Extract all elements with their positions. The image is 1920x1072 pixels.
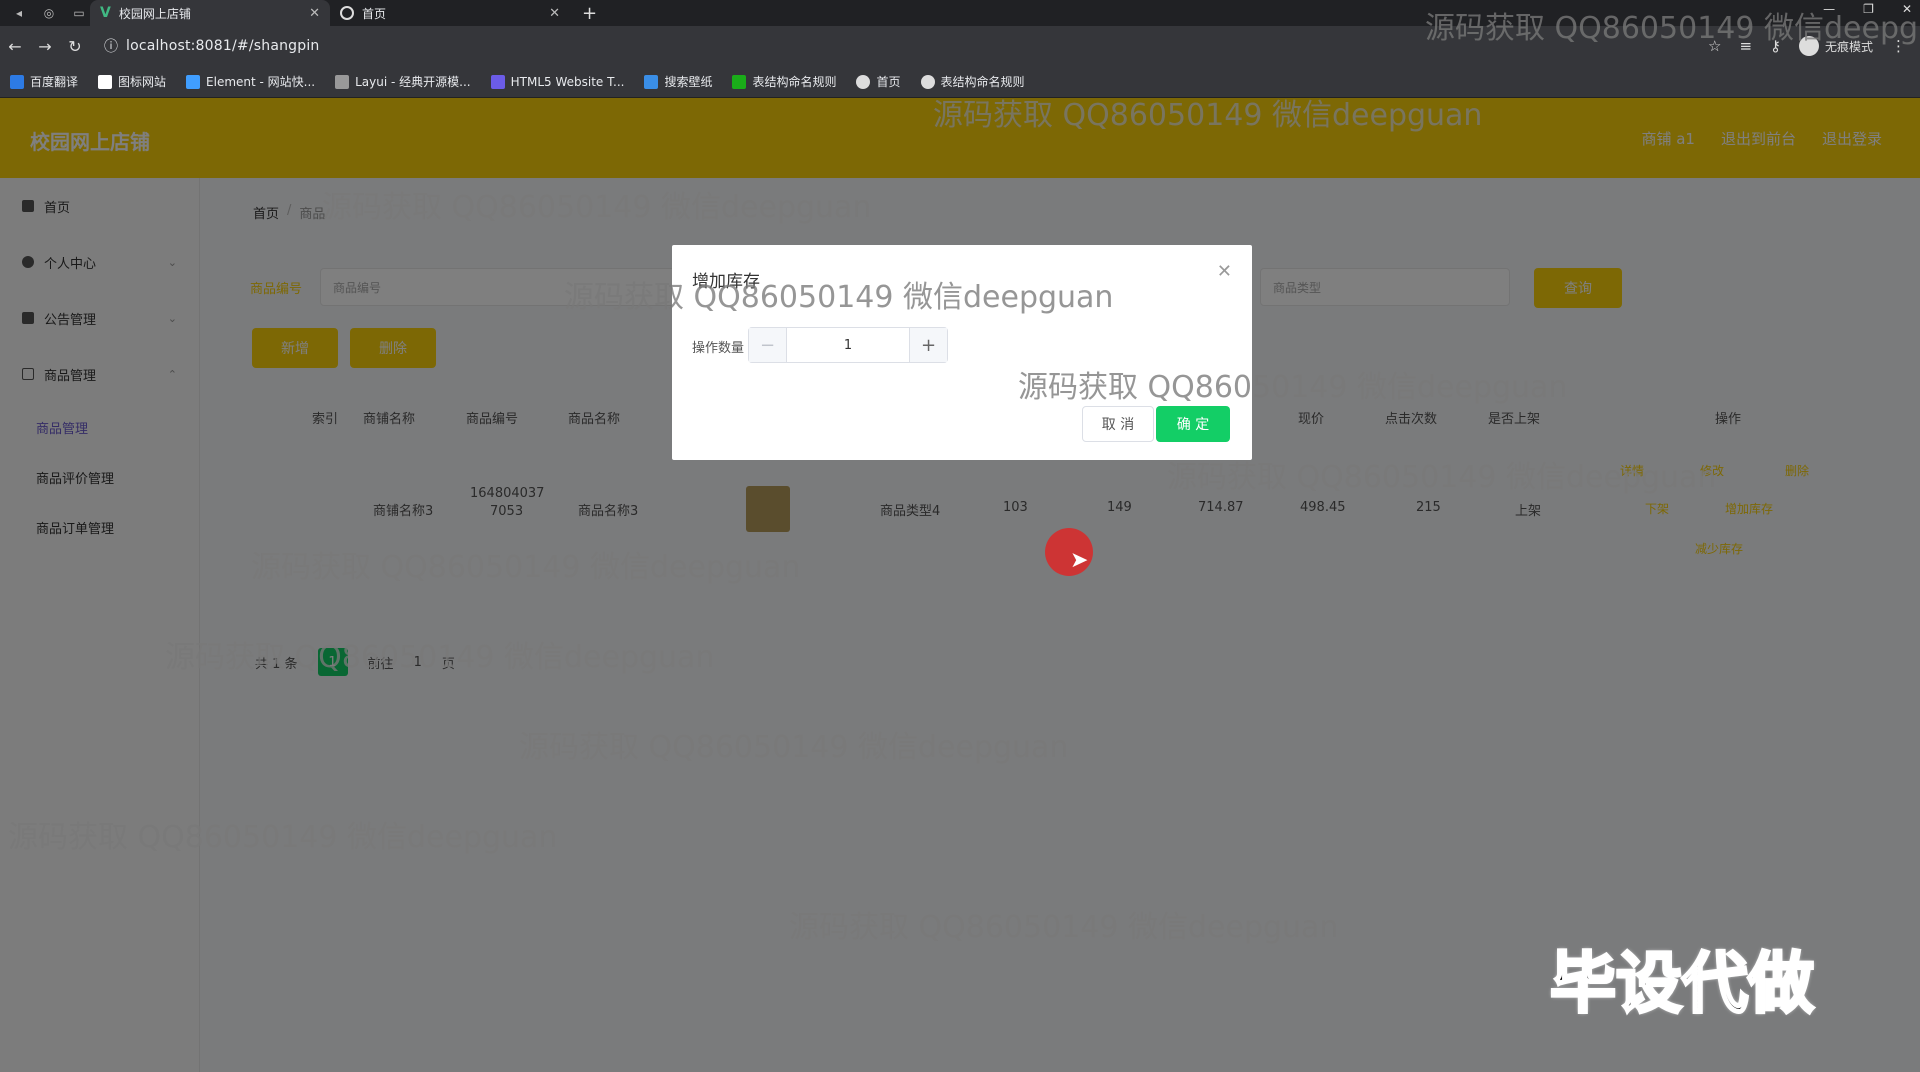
bookmark-label: Layui - 经典开源模... (355, 75, 471, 89)
wallpaper-icon (644, 74, 659, 89)
window-icon[interactable]: ▭ (68, 2, 90, 24)
bookmark-label: Element - 网站快... (206, 75, 316, 89)
bookmark-item[interactable]: 表结构命名规则 (920, 73, 1025, 90)
confirm-button[interactable]: 确 定 (1156, 406, 1230, 442)
watermark: 源码获取 QQ86050149 微信deepguan (789, 910, 1339, 945)
audio-icon[interactable]: ◂ (8, 2, 30, 24)
watermark: 源码获取 QQ86050149 微信deepguan (1167, 460, 1717, 495)
mouse-cursor-icon: ➤ (1070, 548, 1089, 573)
bookmark-label: 首页 (876, 75, 901, 89)
stamp-text: 毕设代做 (1549, 944, 1816, 1024)
new-tab-icon[interactable]: + (582, 3, 597, 24)
bookmark-label: 表结构命名规则 (752, 75, 837, 89)
watermark: 源码获取 QQ86050149 微信deepguan (519, 730, 1069, 765)
watermark: 源码获取 QQ86050149 微信deepguan (8, 820, 558, 855)
back-icon[interactable]: ← (0, 37, 30, 56)
cancel-button[interactable]: 取 消 (1082, 406, 1154, 442)
globe-icon (920, 74, 935, 89)
tab-title: 校园网上店铺 (118, 6, 191, 21)
globe-icon (856, 74, 871, 89)
increase-button[interactable]: + (909, 328, 947, 362)
watermark: 源码获取 QQ86050149 微信deepguan (165, 640, 715, 675)
layui-icon (335, 74, 350, 89)
watermark: 源码获取 QQ86050149 微信deepguan (933, 98, 1483, 133)
bookmark-item[interactable]: 首页 (856, 73, 901, 90)
tab-shop[interactable]: V 校园网上店铺 ✕ (90, 0, 330, 26)
bookmark-label: 表结构命名规则 (940, 75, 1025, 89)
info-icon[interactable]: ⓘ (104, 36, 118, 56)
quantity-stepper: − 1 + (748, 327, 948, 363)
watermark: 源码获取 QQ86050149 微信deepguan (1425, 11, 1920, 46)
bookmark-item[interactable]: Layui - 经典开源模... (335, 73, 471, 90)
translate-icon (10, 74, 24, 89)
vue-favicon-icon: V (100, 5, 111, 21)
bookmark-label: 搜索壁纸 (664, 75, 713, 89)
bookmark-item[interactable]: Element - 网站快... (186, 73, 315, 90)
globe-favicon-icon (340, 6, 354, 20)
table-icon (732, 74, 747, 89)
forward-icon[interactable]: → (30, 37, 60, 56)
reload-icon[interactable]: ↻ (60, 37, 90, 56)
watermark: 源码获取 QQ86050149 微信deepguan (322, 190, 872, 225)
close-icon[interactable]: ✕ (1217, 261, 1232, 282)
bookmark-item[interactable]: HTML5 Website T... (490, 74, 625, 89)
watermark: 源码获取 QQ86050149 微信deepguan (1018, 370, 1568, 405)
tab-home[interactable]: 首页 ✕ (330, 0, 570, 26)
element-icon (186, 74, 201, 89)
bookmark-item[interactable]: 图标网站 (98, 73, 166, 90)
html5-icon (490, 74, 505, 89)
url-text: localhost:8081/#/shangpin (126, 38, 320, 54)
globe-icon[interactable]: ◎ (38, 2, 60, 24)
watermark: 源码获取 QQ86050149 微信deepguan (251, 550, 801, 585)
quantity-label: 操作数量 (692, 341, 745, 356)
tab-title: 首页 (362, 6, 387, 21)
close-tab-icon[interactable]: ✕ (309, 6, 320, 21)
watermark: 源码获取 QQ86050149 微信deepguan (564, 280, 1114, 315)
bookmark-label: 图标网站 (118, 75, 167, 89)
flag-icon (98, 74, 113, 89)
bookmark-label: 百度翻译 (30, 75, 79, 89)
bookmark-item[interactable]: 百度翻译 (10, 73, 78, 90)
bookmark-item[interactable]: 搜索壁纸 (644, 73, 712, 90)
decrease-button[interactable]: − (749, 328, 787, 362)
close-tab-icon[interactable]: ✕ (549, 6, 560, 21)
bookmark-label: HTML5 Website T... (510, 74, 625, 89)
bookmark-item[interactable]: 表结构命名规则 (732, 73, 836, 90)
quantity-input[interactable]: 1 (787, 328, 909, 362)
